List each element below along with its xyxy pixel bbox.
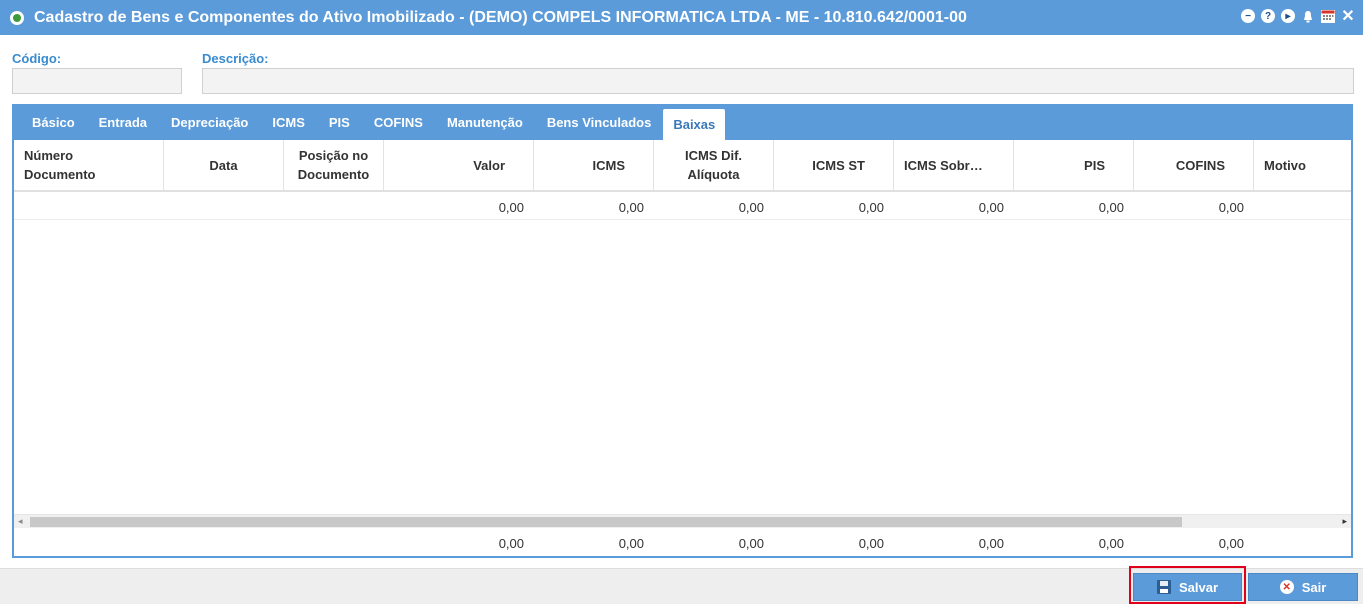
col-motivo[interactable]: Motivo [1254,140,1351,190]
codigo-label: Código: [12,51,62,66]
cell-cofins: 0,00 [1218,199,1244,215]
exit-icon: ✕ [1279,580,1294,594]
tab-baixas[interactable]: Baixas [663,109,726,140]
descricao-label: Descrição: [202,51,269,66]
help-icon[interactable]: ? [1261,9,1275,23]
refresh-icon [10,10,24,25]
cell-posicao [284,194,384,220]
tab-entrada[interactable]: Entrada [87,106,159,140]
total-icms-st: 0,00 [858,535,884,551]
codigo-input[interactable] [12,68,182,94]
sair-label: Sair [1301,579,1327,595]
calendar-icon[interactable] [1321,9,1335,23]
scrollbar-thumb[interactable] [30,517,1182,527]
cell-numero-documento [14,194,164,220]
descricao-input[interactable] [202,68,1354,94]
window-title: Cadastro de Bens e Componentes do Ativo … [34,8,967,26]
col-numero-documento[interactable]: Número Documento [14,140,164,190]
total-valor: 0,00 [498,535,524,551]
scroll-left-icon[interactable]: ◂ [18,516,23,527]
total-cofins: 0,00 [1218,535,1244,551]
save-icon [1156,580,1171,594]
tab-pis[interactable]: PIS [317,106,362,140]
grid-totals: 0,00 0,00 0,00 0,00 0,00 0,00 0,00 [14,530,1351,556]
tab-panel: Básico Entrada Depreciação ICMS PIS COFI… [12,104,1353,558]
total-icms: 0,00 [618,535,644,551]
cell-pis: 0,00 [1098,199,1124,215]
cell-motivo [1254,194,1351,220]
cell-icms: 0,00 [618,199,644,215]
minus-circle-icon[interactable]: − [1241,9,1255,23]
tab-cofins[interactable]: COFINS [362,106,435,140]
tab-basico[interactable]: Básico [20,106,87,140]
col-pis[interactable]: PIS [1014,140,1134,190]
table-row[interactable]: 0,00 0,00 0,00 0,00 0,00 0,00 0,00 [14,194,1351,220]
total-motivo [1254,530,1351,556]
total-pis: 0,00 [1098,535,1124,551]
total-icms-dif: 0,00 [738,535,764,551]
cell-icms-dif: 0,00 [738,199,764,215]
col-icms[interactable]: ICMS [534,140,654,190]
cell-icms-st: 0,00 [858,199,884,215]
col-valor[interactable]: Valor [384,140,534,190]
col-cofins[interactable]: COFINS [1134,140,1254,190]
col-icms-st[interactable]: ICMS ST [774,140,894,190]
cell-icms-sobr: 0,00 [978,199,1004,215]
total-icms-sobr: 0,00 [978,535,1004,551]
total-data [164,530,284,556]
tab-icms[interactable]: ICMS [260,106,317,140]
col-icms-sobr[interactable]: ICMS Sobr… [894,140,1014,190]
tab-depreciacao[interactable]: Depreciação [159,106,260,140]
tab-bar: Básico Entrada Depreciação ICMS PIS COFI… [14,106,1351,140]
cell-data [164,194,284,220]
horizontal-scrollbar[interactable]: ◂ ▸ [14,514,1351,528]
grid-header: Número Documento Data Posição no Documento… [14,140,1351,192]
play-icon[interactable]: ▸ [1281,9,1295,23]
close-icon[interactable]: ✕ [1341,8,1355,25]
total-numero-documento [14,530,164,556]
salvar-button[interactable]: Salvar [1133,573,1242,601]
window-titlebar: Cadastro de Bens e Componentes do Ativo … [0,0,1363,35]
title-actions: − ? ▸ ✕ [1241,8,1355,25]
col-posicao-documento[interactable]: Posição no Documento [284,140,384,190]
total-posicao [284,530,384,556]
col-data[interactable]: Data [164,140,284,190]
salvar-label: Salvar [1178,579,1219,595]
tab-manutencao[interactable]: Manutenção [435,106,535,140]
sair-button[interactable]: ✕ Sair [1248,573,1358,601]
cell-valor: 0,00 [498,199,524,215]
scroll-right-icon[interactable]: ▸ [1342,516,1347,527]
tab-bens-vinculados[interactable]: Bens Vinculados [535,106,664,140]
bell-icon[interactable] [1301,9,1315,23]
col-icms-dif-aliquota[interactable]: ICMS Dif. Alíquota [654,140,774,190]
